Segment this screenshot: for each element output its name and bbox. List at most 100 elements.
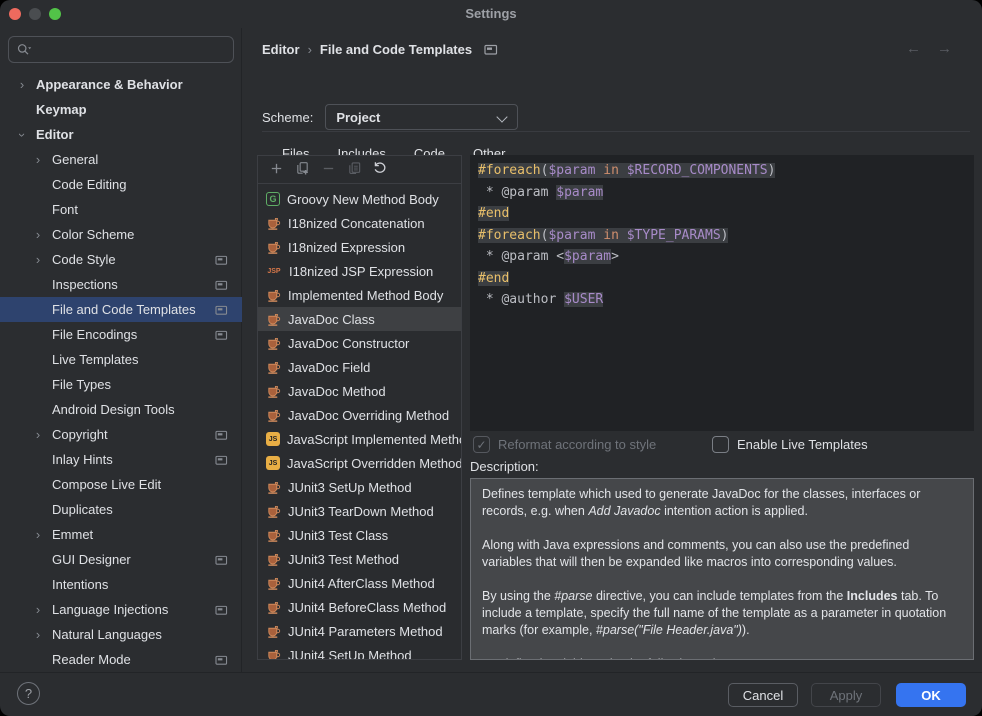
scheme-select[interactable]: Project xyxy=(325,104,518,130)
code-line: * @param $param xyxy=(478,182,974,204)
sidebar-item-file-encodings[interactable]: File Encodings xyxy=(0,322,242,347)
sidebar-item-emmet[interactable]: › Emmet xyxy=(0,522,242,547)
sidebar-item-compose-live-edit[interactable]: Compose Live Edit xyxy=(0,472,242,497)
java-file-icon xyxy=(266,240,281,255)
revert-icon xyxy=(372,160,388,179)
sidebar-item-android-design-tools[interactable]: Android Design Tools xyxy=(0,397,242,422)
chevron-collapsed-icon[interactable]: › xyxy=(32,429,44,441)
template-item-label: JUnit4 Parameters Method xyxy=(288,624,443,639)
copy-template-button[interactable] xyxy=(294,162,310,178)
sidebar-item-natural-languages[interactable]: ›Natural Languages xyxy=(0,622,242,647)
search-input[interactable] xyxy=(33,42,213,57)
sidebar-item-label: Code Style xyxy=(52,252,116,267)
sidebar-item-label: File Types xyxy=(52,377,111,392)
groovy-file-icon: G xyxy=(266,192,280,206)
template-item-groovy-new-method-body[interactable]: GGroovy New Method Body xyxy=(258,187,461,211)
java-file-icon xyxy=(266,216,281,231)
add-template-button[interactable] xyxy=(268,162,284,178)
sidebar-item-general[interactable]: ›General xyxy=(0,147,242,172)
sidebar-item-file-types[interactable]: File Types xyxy=(0,372,242,397)
template-item-javadoc-class[interactable]: JavaDoc Class xyxy=(258,307,461,331)
window-title: Settings xyxy=(0,6,982,21)
chevron-collapsed-icon[interactable]: › xyxy=(16,79,28,91)
chevron-collapsed-icon[interactable]: › xyxy=(32,229,44,241)
chevron-expanded-icon[interactable]: › xyxy=(16,129,28,141)
chevron-collapsed-icon[interactable]: › xyxy=(32,254,44,266)
live-templates-label: Enable Live Templates xyxy=(737,437,868,452)
description-paragraph: Defines template which used to generate … xyxy=(482,486,962,520)
live-templates-checkbox[interactable] xyxy=(712,436,729,453)
template-item-label: JUnit3 Test Class xyxy=(288,528,388,543)
sidebar-item-label: Keymap xyxy=(36,102,87,117)
template-item-label: I18nized JSP Expression xyxy=(289,264,433,279)
settings-search-field[interactable] xyxy=(8,36,234,63)
search-icon xyxy=(16,42,33,58)
sidebar-item-duplicates[interactable]: Duplicates xyxy=(0,497,242,522)
sidebar-item-label: Android Design Tools xyxy=(52,402,175,417)
template-item-label: I18nized Expression xyxy=(288,240,405,255)
code-line: #foreach($param in $TYPE_PARAMS) xyxy=(478,225,974,247)
chevron-collapsed-icon[interactable]: › xyxy=(32,154,44,166)
template-item-i18nized-expression[interactable]: I18nized Expression xyxy=(258,235,461,259)
template-item-javascript-overridden-method-body[interactable]: JSJavaScript Overridden Method Body xyxy=(258,451,461,475)
screen-icon xyxy=(215,654,228,669)
template-item-junit3-test-method[interactable]: JUnit3 Test Method xyxy=(258,547,461,571)
template-item-junit3-test-class[interactable]: JUnit3 Test Class xyxy=(258,523,461,547)
sidebar-item-label: Color Scheme xyxy=(52,227,134,242)
template-item-implemented-method-body[interactable]: Implemented Method Body xyxy=(258,283,461,307)
screen-icon xyxy=(215,429,228,444)
template-item-label: JUnit4 AfterClass Method xyxy=(288,576,435,591)
sidebar-item-file-and-code-templates[interactable]: File and Code Templates xyxy=(0,297,242,322)
chevron-collapsed-icon[interactable]: › xyxy=(32,604,44,616)
sidebar-item-label: Emmet xyxy=(52,527,93,542)
sidebar-item-font[interactable]: Font xyxy=(0,197,242,222)
template-item-label: JUnit4 BeforeClass Method xyxy=(288,600,446,615)
template-item-i18nized-jsp-expression[interactable]: JSPI18nized JSP Expression xyxy=(258,259,461,283)
breadcrumb-editor[interactable]: Editor xyxy=(262,42,300,57)
reset-template-button[interactable] xyxy=(372,162,388,178)
ok-button[interactable]: OK xyxy=(896,683,966,707)
sidebar-item-keymap[interactable]: Keymap xyxy=(0,97,242,122)
sidebar-item-language-injections[interactable]: ›Language Injections xyxy=(0,597,242,622)
javascript-file-icon: JS xyxy=(266,432,280,446)
settings-sidebar: ›Appearance & Behavior Keymap ›Editor›Gene… xyxy=(0,28,242,672)
sidebar-item-reader-mode[interactable]: Reader Mode xyxy=(0,647,242,672)
cancel-button[interactable]: Cancel xyxy=(728,683,798,707)
template-item-javascript-implemented-method-body[interactable]: JSJavaScript Implemented Method Body xyxy=(258,427,461,451)
chevron-collapsed-icon[interactable]: › xyxy=(32,529,44,541)
template-item-junit4-parameters-method[interactable]: JUnit4 Parameters Method xyxy=(258,619,461,643)
template-item-javadoc-field[interactable]: JavaDoc Field xyxy=(258,355,461,379)
sidebar-item-intentions[interactable]: Intentions xyxy=(0,572,242,597)
copy-icon xyxy=(347,161,362,179)
settings-tree: ›Appearance & Behavior Keymap ›Editor›Gene… xyxy=(0,72,242,672)
template-item-javadoc-constructor[interactable]: JavaDoc Constructor xyxy=(258,331,461,355)
sidebar-item-editor[interactable]: ›Editor xyxy=(0,122,242,147)
sidebar-item-color-scheme[interactable]: › Color Scheme xyxy=(0,222,242,247)
description-paragraph: Along with Java expressions and comments… xyxy=(482,537,962,571)
template-item-i18nized-concatenation[interactable]: I18nized Concatenation xyxy=(258,211,461,235)
template-item-label: JavaDoc Overriding Method xyxy=(288,408,449,423)
template-item-junit3-setup-method[interactable]: JUnit3 SetUp Method xyxy=(258,475,461,499)
sidebar-item-inspections[interactable]: Inspections xyxy=(0,272,242,297)
template-item-junit4-afterclass-method[interactable]: JUnit4 AfterClass Method xyxy=(258,571,461,595)
java-file-icon xyxy=(266,600,281,615)
template-code-editor[interactable]: #foreach($param in $RECORD_COMPONENTS) *… xyxy=(470,155,974,431)
template-item-javadoc-overriding-method[interactable]: JavaDoc Overriding Method xyxy=(258,403,461,427)
sidebar-item-code-style[interactable]: › Code Style xyxy=(0,247,242,272)
template-item-junit4-beforeclass-method[interactable]: JUnit4 BeforeClass Method xyxy=(258,595,461,619)
sidebar-item-copyright[interactable]: ›Copyright xyxy=(0,422,242,447)
sidebar-item-code-editing[interactable]: Code Editing xyxy=(0,172,242,197)
sidebar-item-gui-designer[interactable]: GUI Designer xyxy=(0,547,242,572)
java-file-icon xyxy=(266,336,281,351)
sidebar-item-label: Reader Mode xyxy=(52,652,131,667)
template-item-junit4-setup-method[interactable]: JUnit4 SetUp Method xyxy=(258,643,461,660)
sidebar-item-inlay-hints[interactable]: Inlay Hints xyxy=(0,447,242,472)
sidebar-item-label: File Encodings xyxy=(52,327,137,342)
sidebar-item-live-templates[interactable]: Live Templates xyxy=(0,347,242,372)
help-button[interactable]: ? xyxy=(17,682,40,705)
java-file-icon xyxy=(266,288,281,303)
template-item-javadoc-method[interactable]: JavaDoc Method xyxy=(258,379,461,403)
template-item-junit3-teardown-method[interactable]: JUnit3 TearDown Method xyxy=(258,499,461,523)
sidebar-item-appearance-behavior[interactable]: ›Appearance & Behavior xyxy=(0,72,242,97)
chevron-collapsed-icon[interactable]: › xyxy=(32,629,44,641)
